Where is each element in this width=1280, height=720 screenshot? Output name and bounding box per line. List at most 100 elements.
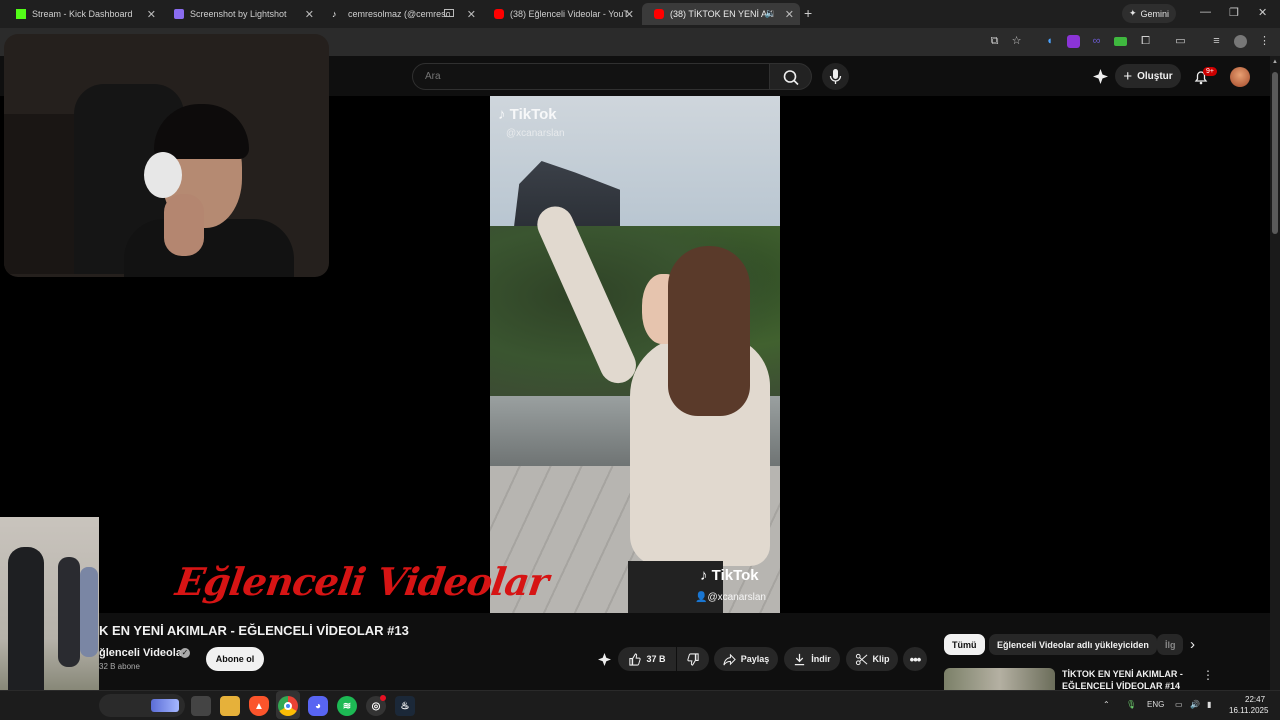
extension-green-icon[interactable] [1114,37,1127,46]
tab-tiktok[interactable]: ♪ cemresolmaz (@cemresolm ✕ [320,3,482,25]
clock-time[interactable]: 22:47 [1245,695,1265,704]
ai-sparkle-icon[interactable] [1092,68,1109,85]
close-icon[interactable]: ✕ [467,8,476,21]
brave-icon[interactable]: ▲ [249,696,269,716]
microphone-icon [829,69,842,84]
download-button[interactable]: İndir [784,647,840,671]
extensions-puzzle-icon[interactable]: ⧠ [1139,35,1152,48]
sparkle-icon: ✦ [1128,8,1137,18]
spotify-icon[interactable]: ≋ [337,696,357,716]
chip-related[interactable]: İlg [1157,634,1183,655]
ai-sparkle-icon[interactable] [597,652,612,667]
extension-purple-icon[interactable] [1067,35,1080,48]
dislike-button[interactable] [677,647,709,671]
tiktok-watermark-top: ♪ TikTok [498,106,557,123]
microphone-in-use-icon[interactable]: 🎙 [1126,700,1136,709]
file-explorer-icon[interactable] [220,696,240,716]
share-button[interactable]: Paylaş [714,647,778,671]
clip-label: Klip [872,654,890,664]
tab-search-icon[interactable]: ≡ [1210,35,1223,48]
steam-icon[interactable]: ♨ [395,696,415,716]
chrome-icon[interactable] [278,696,298,716]
volume-icon[interactable]: 🔊 [1190,700,1200,709]
language-indicator[interactable]: ENG [1147,700,1164,709]
like-button[interactable]: 37 B [618,647,676,671]
page-scrollbar[interactable]: ▲ [1270,56,1280,690]
clock-date[interactable]: 16.11.2025 [1229,706,1268,715]
scroll-thumb[interactable] [1272,72,1278,234]
close-icon[interactable]: ✕ [305,8,314,21]
close-icon[interactable]: ✕ [625,8,634,21]
chevron-right-icon[interactable]: › [1190,636,1195,653]
tiktok-username-top: @xcanarslan [506,128,565,139]
share-icon [723,653,736,665]
verified-icon: ✓ [180,648,190,658]
close-icon[interactable]: ✕ [785,8,794,21]
extension-audio-icon[interactable]: ◖ [1043,35,1056,48]
cast-icon [444,9,454,17]
subscribe-button[interactable]: Abone ol [206,647,264,671]
recommendation-title[interactable]: TİKTOK EN YENİ AKIMLAR - EĞLENCELİ VİDEO… [1062,668,1190,690]
shelf-shape [4,114,74,274]
like-count: 37 B [646,654,666,664]
more-vertical-icon[interactable]: ⋮ [1202,668,1214,682]
streamer-webcam-overlay [4,34,329,277]
youtube-icon [494,9,504,19]
download-icon [795,653,805,665]
restore-icon[interactable]: ❐ [1229,6,1239,19]
discord-icon[interactable]: ◕ [308,696,328,716]
subscriber-count: 32 B abone [99,662,140,671]
search-input[interactable] [412,63,770,90]
video-frame[interactable]: ♪ TikTok @xcanarslan ♪ TikTok 👤@xcanarsl… [490,96,780,613]
chip-from-uploader[interactable]: Eğlenceli Videolar adlı yükleyiciden [989,634,1157,655]
network-icon[interactable]: ▭ [1175,700,1183,709]
channel-name[interactable]: ğlenceli Videolar [99,647,186,659]
windows-taskbar: ▲ ◕ ≋ ◎ ♨ ⌃ 🎙 ENG ▭ 🔊 ▮ 22:47 16.11.2025 [0,690,1280,720]
extension-glasses-icon[interactable]: ∞ [1090,35,1103,48]
close-icon[interactable]: ✕ [147,8,156,21]
youtube-icon [654,9,664,19]
person-shape [80,567,98,657]
lightshot-icon [174,9,184,19]
search-button[interactable] [770,63,812,90]
tab-kick-dashboard[interactable]: Stream - Kick Dashboard ✕ [4,3,162,25]
browser-menu-icon[interactable]: ⋮ [1258,35,1271,48]
tab-youtube-video[interactable]: (38) TİKTOK EN YENİ AKIMLA 🔈 ✕ [642,3,800,25]
clip-button[interactable]: Klip [846,647,898,671]
create-button[interactable]: + Oluştur [1115,64,1181,88]
tiktok-icon: ♪ [332,9,337,19]
create-label: Oluştur [1137,70,1173,82]
browser-tab-strip: Stream - Kick Dashboard ✕ Screenshot by … [0,0,1280,28]
avatar[interactable] [1230,67,1250,87]
install-app-icon[interactable]: ⧉ [988,35,1001,48]
tab-youtube-channel[interactable]: (38) Eğlenceli Videolar - YouTub ✕ [482,3,640,25]
thumbs-up-icon [629,652,642,666]
side-panel-icon[interactable]: ▭ [1174,35,1187,48]
close-window-icon[interactable]: ✕ [1258,6,1267,19]
battery-icon[interactable]: ▮ [1207,700,1211,709]
person-shape [58,557,80,667]
tray-chevron-icon[interactable]: ⌃ [1103,700,1110,709]
tab-title: Screenshot by Lightshot [190,9,287,19]
taskbar-search[interactable] [99,694,185,717]
scroll-up-icon[interactable]: ▲ [1272,59,1278,65]
minimize-icon[interactable]: — [1200,6,1211,18]
voice-search-button[interactable] [822,63,849,90]
more-horizontal-icon: ••• [909,651,922,667]
tiktok-username-bottom: 👤@xcanarslan [695,592,766,603]
chip-all[interactable]: Tümü [944,634,985,655]
recommendation-thumbnail[interactable] [944,668,1055,690]
new-tab-button[interactable]: + [804,5,812,21]
speaker-icon[interactable]: 🔈 [765,8,776,19]
profile-icon[interactable] [1234,35,1247,48]
kick-icon [16,9,26,19]
more-actions-button[interactable]: ••• [903,647,927,671]
tab-lightshot[interactable]: Screenshot by Lightshot ✕ [162,3,320,25]
search-highlight-icon [151,699,179,712]
bookmark-star-icon[interactable]: ☆ [1010,35,1023,48]
gemini-button[interactable]: ✦ Gemini [1122,4,1176,23]
headphone-shape [144,152,182,198]
download-label: İndir [811,654,831,664]
thumbs-down-icon [686,652,699,666]
task-view-icon[interactable] [191,696,211,716]
